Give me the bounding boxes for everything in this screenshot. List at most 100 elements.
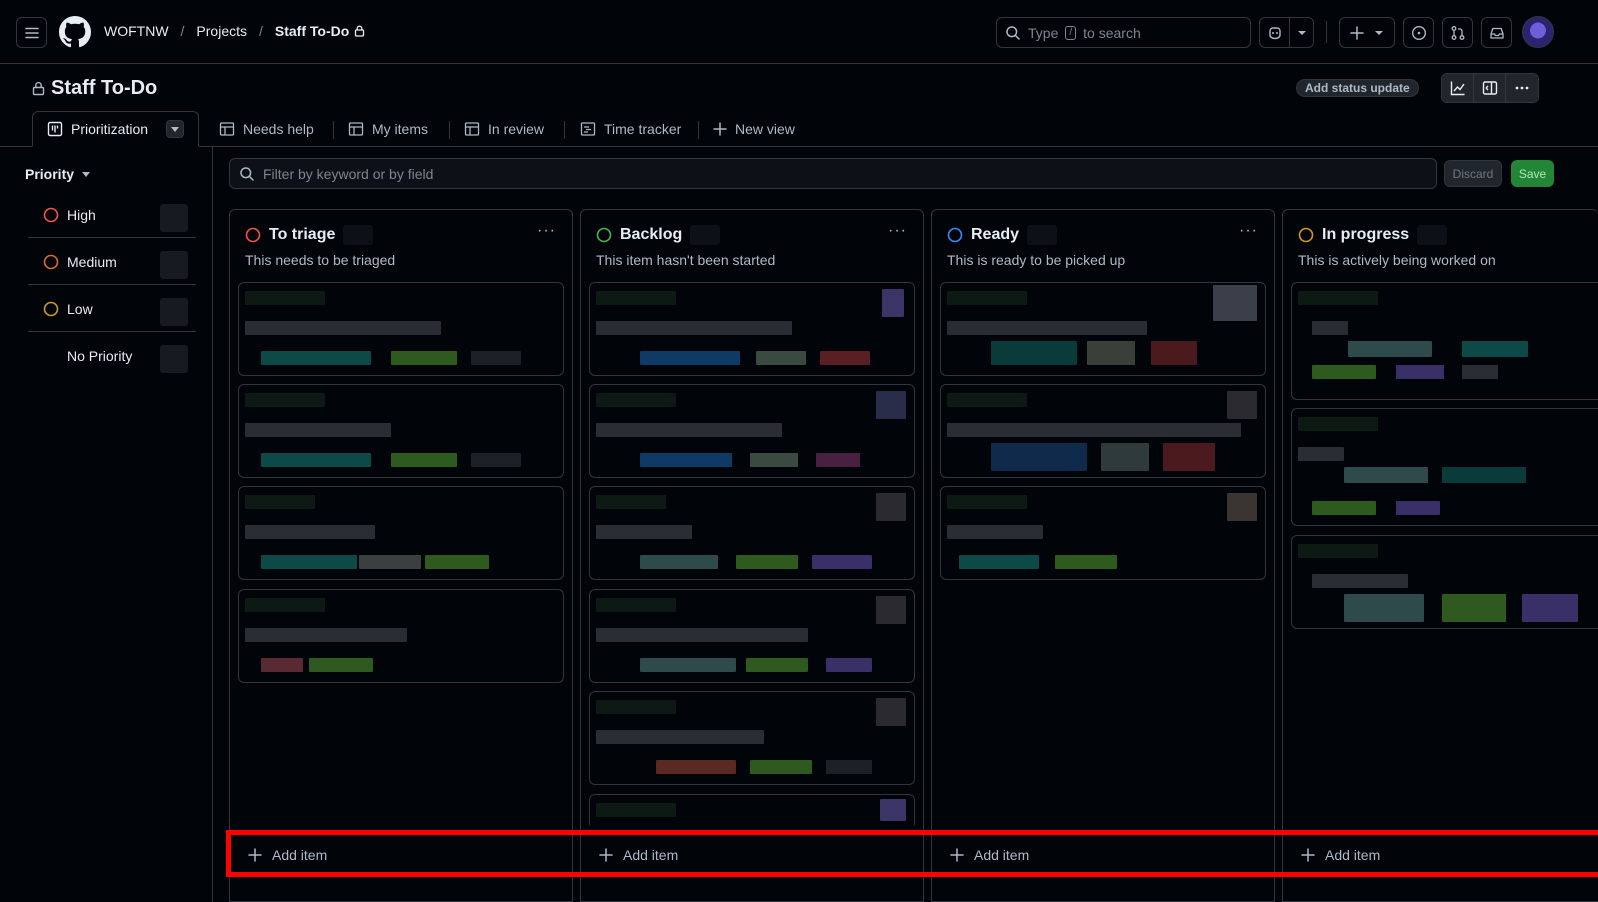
insights-button[interactable] <box>1442 74 1474 102</box>
card-label <box>736 555 798 569</box>
save-button[interactable]: Save <box>1511 160 1554 187</box>
menu-button[interactable] <box>16 17 47 48</box>
column-menu-button[interactable]: ··· <box>537 222 556 240</box>
pull-requests-button[interactable] <box>1442 17 1473 48</box>
graph-icon <box>1450 81 1465 96</box>
card-label <box>1344 594 1424 622</box>
card-avatar <box>1227 391 1257 419</box>
card-label <box>656 760 736 774</box>
card-label <box>261 351 371 365</box>
tab-in-review[interactable]: In review <box>464 111 544 147</box>
table-icon <box>348 122 364 136</box>
inbox-button[interactable] <box>1481 17 1512 48</box>
card-label <box>1442 467 1526 483</box>
user-avatar[interactable] <box>1522 16 1554 48</box>
tab-label: In review <box>488 121 545 137</box>
column-menu-button[interactable]: ··· <box>1239 222 1258 240</box>
board-card[interactable] <box>940 486 1266 580</box>
board-card[interactable] <box>589 282 915 376</box>
circle-icon <box>43 254 59 269</box>
board-card[interactable] <box>1291 282 1598 400</box>
add-status-update-button[interactable]: Add status update <box>1296 79 1419 97</box>
column-header: Ready <box>947 225 1058 245</box>
board-card[interactable] <box>589 384 915 478</box>
board-card[interactable] <box>1291 535 1598 629</box>
board-card[interactable] <box>589 486 915 580</box>
column-header: In progress <box>1298 225 1448 245</box>
search-prefix: Type <box>1028 24 1059 41</box>
board-card[interactable] <box>238 486 564 580</box>
tab-label: Needs help <box>243 121 314 137</box>
board-card[interactable] <box>1291 408 1598 526</box>
breadcrumb-project[interactable]: Staff To-Do <box>275 23 365 39</box>
card-label <box>1344 467 1428 483</box>
card-label <box>1312 365 1376 379</box>
create-new-button[interactable] <box>1339 17 1395 48</box>
board-card[interactable] <box>589 589 915 683</box>
tab-time-tracker[interactable]: Time tracker <box>580 111 681 147</box>
board-card[interactable] <box>238 589 564 683</box>
sidebar-item-label: Low <box>67 300 93 317</box>
copilot-button[interactable] <box>1259 17 1290 48</box>
column-count <box>1417 225 1448 245</box>
card-title-line <box>596 423 782 437</box>
circle-icon <box>947 227 963 243</box>
board-card[interactable] <box>940 384 1266 478</box>
side-panel-button[interactable] <box>1474 74 1506 102</box>
column-header: Backlog <box>596 225 721 245</box>
column-menu-button[interactable]: ··· <box>888 222 907 240</box>
card-label <box>261 658 303 672</box>
sidebar-item-high[interactable]: High <box>28 192 196 238</box>
sidebar-item-low[interactable]: Low <box>28 286 196 332</box>
board-card[interactable] <box>238 282 564 376</box>
card-label <box>640 555 718 569</box>
breadcrumb-org[interactable]: WOFTNW <box>104 23 169 39</box>
column-count <box>690 225 721 245</box>
board-card[interactable] <box>589 691 915 785</box>
circle-icon <box>1298 227 1314 243</box>
card-avatar <box>876 698 906 726</box>
filter-input[interactable]: Filter by keyword or by field <box>229 158 1437 189</box>
discard-button[interactable]: Discard <box>1444 160 1502 187</box>
column-in-progress: In progress This is actively being worke… <box>1282 209 1598 902</box>
sidebar-item-no-priority[interactable]: No Priority <box>28 333 196 379</box>
board-card[interactable] <box>238 384 564 478</box>
card-title-line <box>596 700 676 714</box>
card-label <box>261 453 371 467</box>
github-logo-icon[interactable] <box>59 16 91 48</box>
card-label <box>359 555 421 569</box>
divider <box>1326 21 1327 43</box>
card-label <box>1087 341 1135 365</box>
tab-options-button[interactable] <box>166 120 185 138</box>
roadmap-icon <box>580 122 596 136</box>
card-title-line <box>947 423 1241 437</box>
tab-prioritization[interactable]: Prioritization <box>32 111 200 147</box>
circle-icon <box>596 227 612 243</box>
group-by-dropdown[interactable]: Priority <box>25 166 91 182</box>
tab-my-items[interactable]: My items <box>348 111 428 147</box>
board-card[interactable] <box>940 282 1266 376</box>
issue-opened-icon <box>1411 25 1426 40</box>
issues-button[interactable] <box>1403 17 1434 48</box>
new-view-button[interactable]: New view <box>713 111 795 147</box>
tab-needs-help[interactable]: Needs help <box>219 111 314 147</box>
card-label <box>959 555 1039 569</box>
card-title-line <box>245 628 407 642</box>
card-label <box>1396 501 1440 515</box>
plus-icon <box>1350 25 1364 40</box>
breadcrumb-projects[interactable]: Projects <box>196 23 247 39</box>
sidebar-item-label: Medium <box>67 253 117 270</box>
search-shortcut-key: / <box>1065 25 1077 40</box>
card-label <box>261 555 357 569</box>
more-options-button[interactable] <box>1506 74 1538 102</box>
search-input[interactable]: Type / to search <box>996 17 1251 48</box>
card-avatar <box>876 596 906 624</box>
card-label <box>1163 443 1215 471</box>
card-label <box>756 351 806 365</box>
sidebar-item-medium[interactable]: Medium <box>28 239 196 285</box>
card-title-line <box>596 291 676 305</box>
copilot-dropdown-button[interactable] <box>1289 17 1314 48</box>
card-label <box>1101 443 1149 471</box>
card-title-line <box>1298 417 1378 431</box>
card-label <box>391 351 457 365</box>
